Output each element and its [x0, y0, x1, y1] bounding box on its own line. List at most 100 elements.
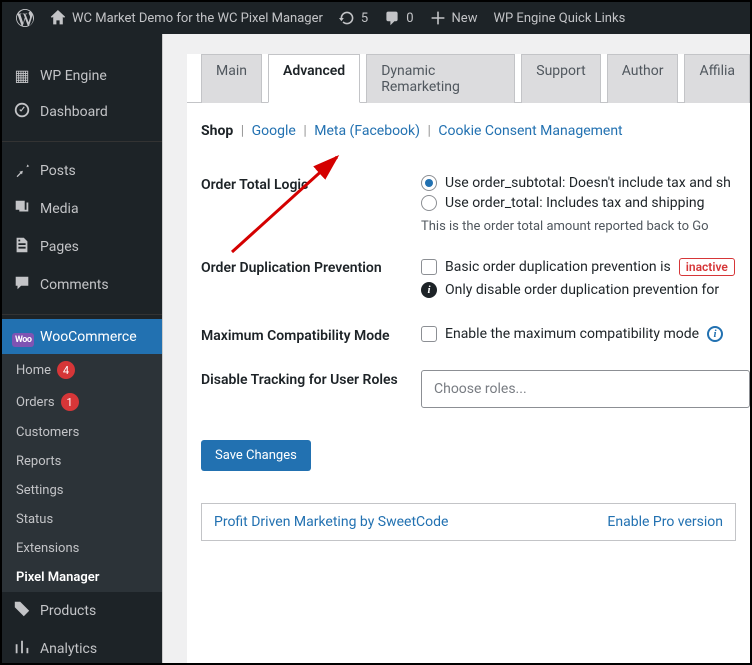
sidebar-item-analytics[interactable]: Analytics	[2, 630, 162, 663]
sidebar-label: Analytics	[40, 641, 97, 657]
pin-icon	[12, 160, 32, 182]
sidebar-sub-home[interactable]: Home4	[2, 354, 162, 386]
label-duplication: Order Duplication Prevention	[201, 258, 421, 276]
label-roles: Disable Tracking for User Roles	[201, 370, 421, 388]
sublink-meta[interactable]: Meta (Facebook)	[314, 123, 420, 139]
tab-advanced[interactable]: Advanced	[268, 54, 360, 103]
checkbox-compat[interactable]	[421, 326, 437, 342]
tab-support[interactable]: Support	[521, 54, 600, 103]
label-compat: Maximum Compatibility Mode	[201, 326, 421, 344]
products-icon	[12, 600, 32, 622]
site-title: WC Market Demo for the WC Pixel Manager	[72, 11, 323, 26]
comments-link[interactable]: 0	[376, 10, 421, 26]
radio-subtotal-label: Use order_subtotal: Doesn't include tax …	[445, 175, 731, 191]
content-area: Main Advanced Dynamic Remarketing Suppor…	[162, 34, 750, 663]
sidebar-item-wpengine[interactable]: ▦ WP Engine	[2, 58, 162, 93]
sidebar-label: Media	[40, 201, 79, 217]
sidebar-item-media[interactable]: Media	[2, 190, 162, 228]
pages-icon	[12, 236, 32, 258]
count-badge: 1	[61, 393, 79, 411]
sidebar-label: WooCommerce	[40, 329, 137, 345]
row-order-total: Order Total Logic Use order_subtotal: Do…	[187, 163, 750, 246]
updates-link[interactable]: 5	[331, 10, 376, 26]
sidebar-item-comments[interactable]: Comments	[2, 266, 162, 304]
checkbox-duplication-label: Basic order duplication prevention is	[445, 259, 671, 275]
sidebar-label: Posts	[40, 163, 76, 179]
row-roles: Disable Tracking for User Roles Choose r…	[187, 358, 750, 420]
sidebar-sub-customers[interactable]: Customers	[2, 418, 162, 447]
sidebar-sub-settings[interactable]: Settings	[2, 476, 162, 505]
tab-dynamic-remarketing[interactable]: Dynamic Remarketing	[366, 54, 515, 103]
count-badge: 4	[57, 361, 75, 379]
tab-affiliate[interactable]: Affilia	[684, 54, 750, 103]
wpengine-quicklinks[interactable]: WP Engine Quick Links	[485, 11, 633, 26]
media-icon	[12, 198, 32, 220]
home-icon	[50, 10, 66, 26]
status-inactive-badge: inactive	[679, 258, 735, 276]
sidebar-label: Products	[40, 603, 96, 619]
dashboard-icon	[12, 101, 32, 123]
label-order-total: Order Total Logic	[201, 175, 421, 193]
sublink-google[interactable]: Google	[252, 123, 296, 139]
promo-left-link[interactable]: Profit Driven Marketing by SweetCode	[214, 514, 448, 530]
radio-subtotal[interactable]	[421, 175, 437, 191]
comments-count: 0	[406, 11, 413, 26]
sidebar-sub-extensions[interactable]: Extensions	[2, 534, 162, 563]
promo-right-link[interactable]: Enable Pro version	[607, 514, 723, 530]
roles-select[interactable]: Choose roles...	[421, 370, 750, 408]
sidebar-item-products[interactable]: Products	[2, 592, 162, 630]
section-sublinks: Shop | Google | Meta (Facebook) | Cookie…	[187, 123, 750, 163]
sidebar-item-posts[interactable]: Posts	[2, 152, 162, 190]
sidebar-sub-status[interactable]: Status	[2, 505, 162, 534]
admin-bar: WC Market Demo for the WC Pixel Manager …	[2, 2, 750, 34]
wordpress-icon	[16, 9, 34, 27]
field-compat: Enable the maximum compatibility mode i	[421, 326, 750, 346]
wpengine-icon: ▦	[12, 66, 32, 85]
order-total-desc: This is the order total amount reported …	[421, 219, 750, 234]
tab-author[interactable]: Author	[607, 54, 679, 103]
info-icon: i	[421, 282, 437, 298]
updates-icon	[339, 10, 355, 26]
analytics-icon	[12, 638, 32, 660]
settings-panel: Main Advanced Dynamic Remarketing Suppor…	[187, 54, 750, 663]
admin-sidebar: ▦ WP Engine Dashboard Posts Media Pages	[2, 34, 162, 663]
sidebar-sub-orders[interactable]: Orders1	[2, 386, 162, 418]
checkbox-duplication[interactable]	[421, 259, 437, 275]
sidebar-label: Dashboard	[40, 104, 108, 120]
promo-banner: Profit Driven Marketing by SweetCode Ena…	[201, 503, 736, 541]
sublink-cookie[interactable]: Cookie Consent Management	[438, 123, 622, 139]
sidebar-item-dashboard[interactable]: Dashboard	[2, 93, 162, 131]
wp-logo[interactable]	[8, 9, 42, 27]
help-icon[interactable]: i	[707, 326, 723, 342]
quicklinks-label: WP Engine Quick Links	[493, 11, 625, 26]
sidebar-label: Comments	[40, 277, 109, 293]
woocommerce-icon: Woo	[12, 327, 32, 346]
updates-count: 5	[361, 11, 368, 26]
sidebar-sub-reports[interactable]: Reports	[2, 447, 162, 476]
field-roles: Choose roles...	[421, 370, 750, 408]
row-duplication: Order Duplication Prevention Basic order…	[187, 246, 750, 314]
sidebar-sub-pixel-manager[interactable]: Pixel Manager	[2, 563, 162, 592]
comments-icon	[12, 274, 32, 296]
field-duplication: Basic order duplication prevention is in…	[421, 258, 750, 302]
tab-main[interactable]: Main	[201, 54, 262, 103]
sidebar-item-woocommerce[interactable]: Woo WooCommerce	[2, 319, 162, 354]
field-order-total: Use order_subtotal: Doesn't include tax …	[421, 175, 750, 234]
radio-total-label: Use order_total: Includes tax and shippi…	[445, 195, 704, 211]
row-compat: Maximum Compatibility Mode Enable the ma…	[187, 314, 750, 358]
checkbox-compat-label: Enable the maximum compatibility mode	[445, 326, 699, 342]
save-button[interactable]: Save Changes	[201, 440, 311, 471]
sidebar-label: Pages	[40, 239, 79, 255]
sidebar-item-pages[interactable]: Pages	[2, 228, 162, 266]
new-link[interactable]: New	[422, 10, 486, 26]
comment-icon	[384, 10, 400, 26]
sidebar-label: WP Engine	[40, 68, 107, 84]
sublink-current: Shop	[201, 123, 233, 139]
new-label: New	[452, 11, 478, 26]
site-link[interactable]: WC Market Demo for the WC Pixel Manager	[42, 10, 331, 26]
tabs-nav: Main Advanced Dynamic Remarketing Suppor…	[187, 54, 750, 103]
sidebar-submenu: Home4 Orders1 Customers Reports Settings…	[2, 354, 162, 592]
duplication-note: Only disable order duplication preventio…	[445, 282, 719, 298]
radio-total[interactable]	[421, 195, 437, 211]
plus-icon	[430, 10, 446, 26]
